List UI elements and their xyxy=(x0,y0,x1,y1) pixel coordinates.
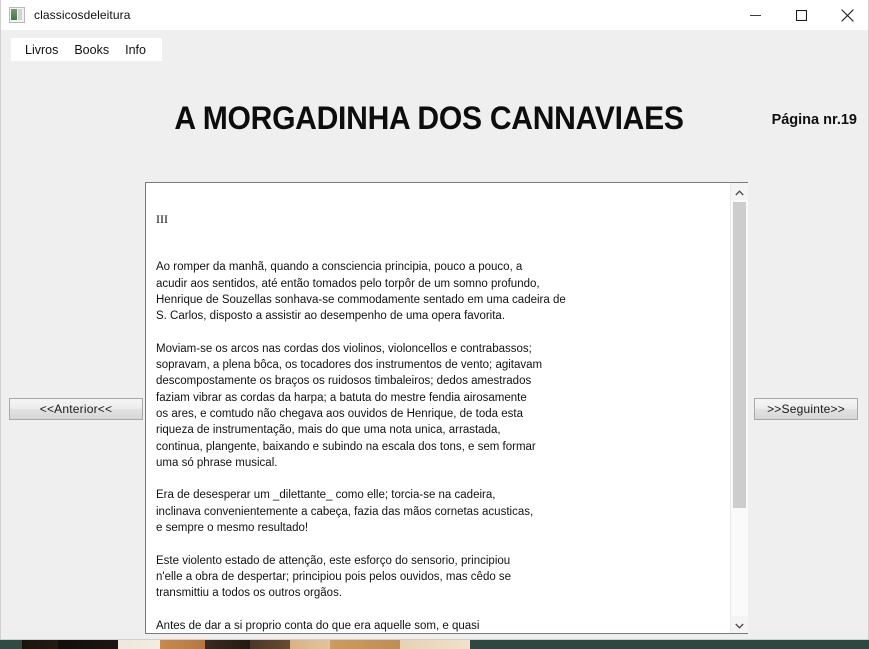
minimize-button[interactable] xyxy=(732,0,778,30)
window-bottom-edge xyxy=(1,637,868,639)
scrollbar-track[interactable] xyxy=(731,200,748,616)
scroll-up-button[interactable] xyxy=(731,183,748,200)
menu-item-livros[interactable]: Livros xyxy=(17,40,66,60)
page-number-label: Página nr.19 xyxy=(771,112,857,128)
window-controls xyxy=(732,0,868,30)
maximize-button[interactable] xyxy=(778,0,824,30)
chapter-marker: III xyxy=(156,212,168,226)
scroll-down-button[interactable] xyxy=(731,616,748,633)
reader-header: A MORGADINHA DOS CANNAVIAES Página nr.19 xyxy=(1,100,868,146)
scrollbar-thumb[interactable] xyxy=(733,202,746,508)
book-title: A MORGADINHA DOS CANNAVIAES xyxy=(174,100,684,136)
maximize-icon xyxy=(795,9,807,21)
previous-page-button[interactable]: <<Anterior<< xyxy=(9,398,143,420)
menubar: Livros Books Info xyxy=(11,38,162,61)
vertical-scrollbar[interactable] xyxy=(730,183,748,633)
paragraph: Este violento estado de attenção, este e… xyxy=(156,554,512,600)
close-button[interactable] xyxy=(824,0,868,30)
menu-item-books[interactable]: Books xyxy=(66,40,117,60)
close-icon xyxy=(840,8,854,22)
paragraph: Ao romper da manhã, quando a consciencia… xyxy=(156,261,566,323)
reader-text-pane: III Ao romper da manhã, quando a conscie… xyxy=(145,182,748,634)
window-title: classicosdeleitura xyxy=(34,8,131,22)
chevron-down-icon xyxy=(735,616,744,634)
application-window: classicosdeleitura Livros Books Info A M… xyxy=(0,0,869,640)
paragraph: Era de desesperar um _dilettante_ como e… xyxy=(156,489,534,535)
menu-item-info[interactable]: Info xyxy=(117,40,154,60)
chevron-up-icon xyxy=(735,183,744,201)
minimize-icon xyxy=(749,10,761,21)
paragraph: Moviam-se os arcos nas cordas dos violin… xyxy=(156,342,543,469)
next-page-button[interactable]: >>Seguinte>> xyxy=(754,398,858,420)
paragraph: Antes de dar a si proprio conta do que e… xyxy=(156,619,480,632)
window-titlebar[interactable]: classicosdeleitura xyxy=(1,0,868,30)
reader-text-content[interactable]: III Ao romper da manhã, quando a conscie… xyxy=(146,183,730,633)
app-icon xyxy=(9,7,25,23)
